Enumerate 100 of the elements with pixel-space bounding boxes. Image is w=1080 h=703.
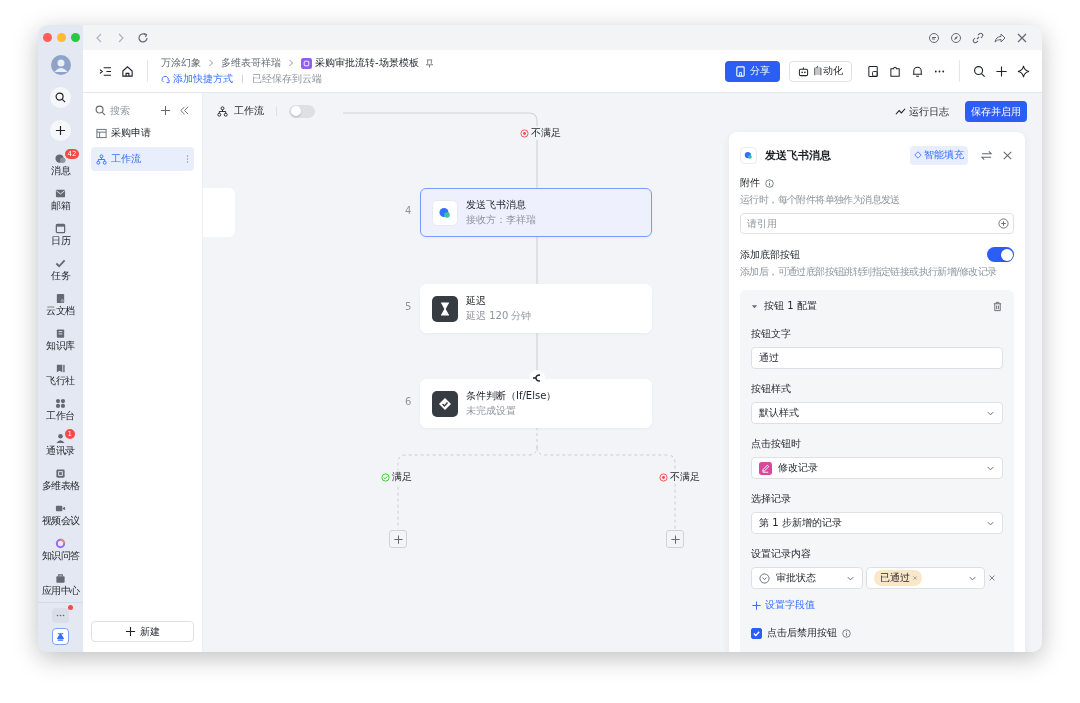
add-icon [125,626,136,637]
compass-icon[interactable] [950,31,962,44]
add-field-link[interactable]: 设置字段值 [751,598,1003,612]
nav-item[interactable]: 视频会议 [41,499,80,530]
breadcrumb-link[interactable]: 采购审批流转-场景模板 [315,56,419,70]
automation-button[interactable]: 自动化 [789,60,852,82]
caret-icon[interactable] [751,302,758,310]
field-label: 按钮文字 [751,327,792,341]
field-dropdown[interactable]: 审批状态 [751,567,863,589]
field-label: 附件 [740,176,760,190]
nav-item[interactable]: 任务 [41,254,80,285]
search-button[interactable] [50,87,71,108]
node-subtitle: 延迟 120 分钟 [466,309,532,323]
nav-item[interactable]: 飞行社 [41,359,80,390]
nav-item[interactable]: 邮箱 [41,184,80,215]
sidebar-item[interactable]: 采购申请 [91,121,194,145]
calendar-icon [55,222,66,234]
workflow-node[interactable]: 延迟 延迟 120 分钟 [420,284,652,333]
check-icon [55,257,66,269]
chat-icon [55,152,66,164]
node-subtitle: 接收方：李祥瑞 [466,213,536,227]
checkbox[interactable] [751,627,762,639]
nav-item[interactable]: 知识问答 [41,534,80,565]
form-icon[interactable] [867,64,880,78]
remove-icon[interactable] [988,574,996,582]
workflow-icon [96,153,107,165]
add-step-button[interactable] [666,530,684,548]
field-label: 点击按钮时 [751,437,802,451]
reload-icon[interactable] [137,31,149,44]
chevron-icon [287,59,295,67]
trend-icon [895,106,906,117]
close-window-button[interactable] [43,33,52,42]
search-field[interactable]: 搜索 [95,104,152,116]
collapse-icon[interactable] [179,104,190,116]
field-label: 添加底部按钮 [740,247,800,262]
nav-item[interactable]: 知识库 [41,324,80,355]
nav-item[interactable]: 云文档 [41,289,80,320]
home-icon[interactable] [121,64,134,78]
search-icon[interactable] [973,64,986,78]
chevron-circle-icon [759,572,770,584]
dropdown[interactable]: 第 1 步新增的记录 [751,512,1003,534]
reference-field[interactable]: 请引用 [740,213,1014,234]
dropdown[interactable]: 修改记录 [751,457,1003,479]
comment-icon[interactable] [928,31,940,44]
step-number: 5 [405,301,412,312]
nav-item[interactable]: 多维表格 [41,464,80,495]
node-subtitle: 未完成设置 [466,404,517,418]
document-icon [735,65,746,77]
canvas-title: 工作流 [234,104,264,118]
value-dropdown[interactable]: 已通过 [866,567,985,589]
smart-fill-button[interactable]: 智能填充 [910,145,968,165]
swap-icon[interactable] [980,148,993,162]
add-icon[interactable] [995,64,1008,78]
sparkle-icon[interactable] [1017,64,1030,78]
bell-icon[interactable] [911,64,924,78]
workflow-icon [217,105,228,117]
nav-item[interactable]: 日历 [41,219,80,250]
node-title: 延迟 [466,294,487,308]
save-and-enable-button[interactable]: 保存并启用 [965,101,1027,122]
run-log-link[interactable]: 运行日志 [895,104,949,119]
add-shortcut-link[interactable]: 添加快捷方式 [173,72,233,86]
panel-title: 发送飞书消息 [765,147,831,163]
close-icon[interactable] [1016,31,1028,44]
workflow-node[interactable]: 条件判断（If/Else） 未完成设置 [420,379,652,428]
share-icon[interactable] [994,31,1006,44]
link-icon[interactable] [972,31,984,44]
enable-toggle[interactable] [289,104,315,118]
diamond-check-icon [432,390,458,417]
dropdown[interactable]: 默认样式 [751,402,1003,424]
breadcrumb-link[interactable]: 万涂幻象 [161,56,201,70]
breadcrumb-link[interactable]: 多维表哥祥瑞 [221,56,281,70]
sidebar-item[interactable]: 工作流 [91,147,194,171]
bottom-button-toggle[interactable] [987,247,1014,262]
add-circle-icon[interactable] [998,218,1009,229]
table-icon [96,127,107,139]
add-button[interactable] [50,120,71,141]
search-icon [95,104,106,116]
node-title: 发送飞书消息 [466,198,527,212]
branch-text: 不满足 [670,470,700,484]
diamond-icon [914,151,922,159]
puzzle-icon[interactable] [889,64,902,78]
hourglass-icon [432,295,458,322]
nav-item[interactable]: 工作台 [41,394,80,425]
share-button[interactable]: 分享 [725,60,780,82]
text-field[interactable]: 通过 [751,347,1003,369]
edit-icon [759,461,772,475]
table-icon [301,57,312,69]
add-step-button[interactable] [389,530,407,548]
robot-icon [798,65,809,77]
target-icon [659,472,668,482]
sidebar-toggle-icon[interactable] [99,64,112,78]
grid-icon [55,397,66,409]
nav-item[interactable]: 应用中心 [41,569,80,600]
app-button[interactable] [52,628,69,645]
pin-icon[interactable] [424,58,434,68]
branch-label: 不满足 [520,126,561,140]
trash-icon[interactable] [992,300,1003,312]
new-button[interactable]: 新建 [91,621,194,642]
value-tag: 已通过 [874,570,922,586]
workflow-node[interactable]: 发送飞书消息 接收方：李祥瑞 [420,188,652,237]
